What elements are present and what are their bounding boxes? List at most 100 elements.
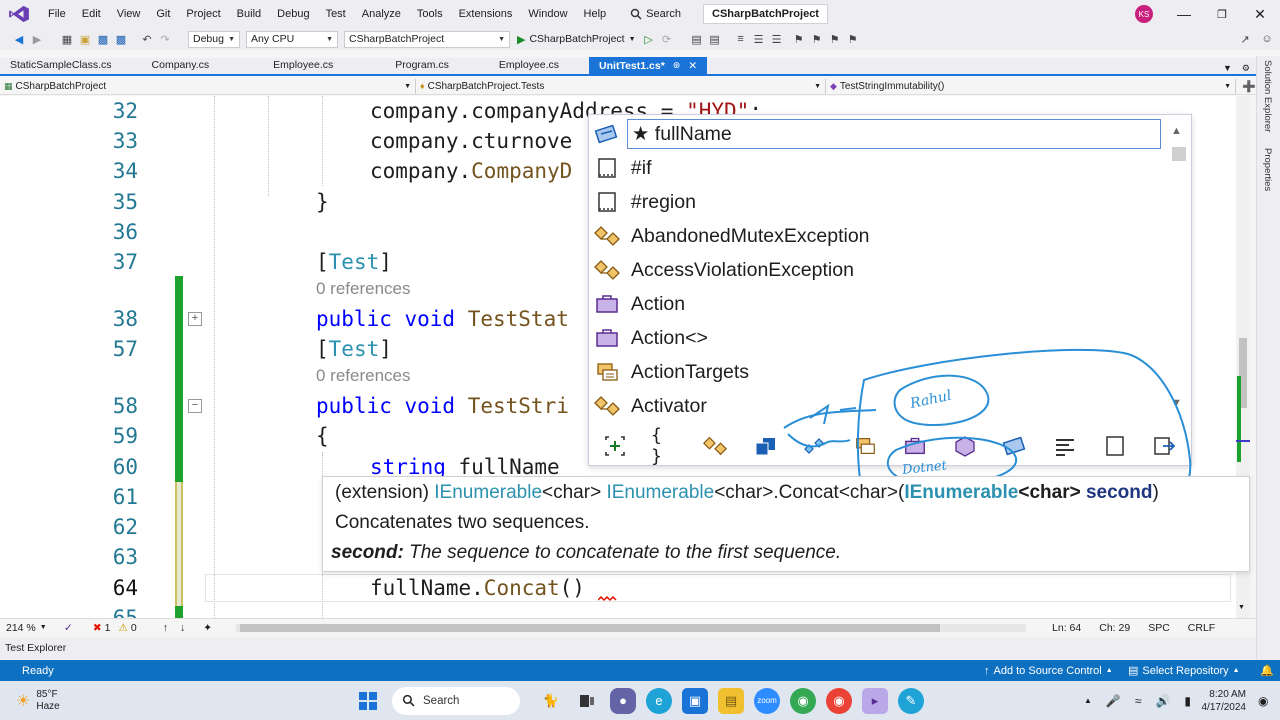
split-editor-icon[interactable]: ➕: [1242, 80, 1256, 93]
class-filter-icon[interactable]: [701, 432, 729, 460]
global-search[interactable]: Search: [622, 8, 689, 20]
tab-employee-2[interactable]: Employee.cs: [489, 57, 569, 74]
volume-icon[interactable]: 🔊: [1155, 694, 1170, 708]
store-icon[interactable]: ▣: [682, 687, 708, 714]
completion-item[interactable]: #region: [589, 185, 1161, 219]
tab-unittest1[interactable]: UnitTest1.cs* ⊛ ✕: [589, 57, 708, 74]
notification-center-icon[interactable]: ◉: [1258, 694, 1268, 708]
start-debugging-button[interactable]: ▶ CSharpBatchProject ▼: [517, 33, 636, 46]
bookmark-button[interactable]: ⚑: [792, 32, 806, 46]
menu-project[interactable]: Project: [178, 0, 228, 28]
taskbar-search[interactable]: Search: [392, 686, 520, 715]
menu-build[interactable]: Build: [229, 0, 269, 28]
expand-region-icon[interactable]: +: [188, 312, 202, 326]
comment-button[interactable]: ☰: [752, 32, 766, 46]
health-icon[interactable]: ✓: [64, 622, 73, 634]
completion-item[interactable]: ★ fullName: [589, 117, 1161, 151]
menu-view[interactable]: View: [109, 0, 149, 28]
chrome-icon[interactable]: ◉: [790, 687, 816, 714]
line-position[interactable]: Ln: 64: [1052, 622, 1081, 634]
open-folder-button[interactable]: ▣: [78, 32, 92, 46]
completion-scrollbar-thumb[interactable]: [1172, 147, 1186, 161]
platform-dropdown[interactable]: Any CPU ▼: [246, 30, 338, 48]
forward-button[interactable]: ▶: [30, 32, 44, 46]
restore-button[interactable]: ❐: [1202, 0, 1242, 28]
startup-project-dropdown[interactable]: CSharpBatchProject ▼: [344, 30, 510, 48]
column-position[interactable]: Ch: 29: [1099, 622, 1130, 634]
menu-file[interactable]: File: [40, 0, 74, 28]
teams-chat-icon[interactable]: ●: [610, 687, 636, 714]
menu-debug[interactable]: Debug: [269, 0, 317, 28]
menu-edit[interactable]: Edit: [74, 0, 109, 28]
completion-item[interactable]: #if: [589, 151, 1161, 185]
tab-employee[interactable]: Employee.cs: [263, 57, 343, 74]
browse-button[interactable]: ▤: [690, 32, 704, 46]
zoom-dropdown[interactable]: 214 % ▼: [0, 622, 64, 634]
back-button[interactable]: ◀: [12, 32, 26, 46]
tab-company[interactable]: Company.cs: [142, 57, 220, 74]
scroll-up-icon[interactable]: ▲: [1171, 125, 1182, 137]
clock[interactable]: 8:20 AM 4/17/2024: [1194, 688, 1247, 714]
error-count[interactable]: 1: [105, 622, 111, 634]
error-icon[interactable]: ✖: [93, 622, 102, 634]
tab-program[interactable]: Program.cs: [385, 57, 459, 74]
collapse-region-icon[interactable]: −: [188, 399, 202, 413]
bookmark-prev-button[interactable]: ⚑: [810, 32, 824, 46]
menu-window[interactable]: Window: [520, 0, 575, 28]
hot-reload-button[interactable]: ⟳: [660, 32, 674, 46]
minimize-button[interactable]: —: [1164, 0, 1204, 28]
redo-button[interactable]: ↷: [158, 32, 172, 46]
bookmark-clear-button[interactable]: ⚑: [846, 32, 860, 46]
class-dropdown[interactable]: ♦ CSharpBatchProject.Tests ▼: [416, 78, 826, 94]
select-repository-button[interactable]: ▤ Select Repository ▲: [1128, 664, 1240, 678]
next-issue-icon[interactable]: ↓: [180, 622, 185, 634]
menu-tools[interactable]: Tools: [409, 0, 451, 28]
tab-list-icon[interactable]: ▼: [1223, 63, 1232, 74]
previous-issue-icon[interactable]: ↑: [163, 622, 168, 634]
wifi-icon[interactable]: ≈: [1135, 694, 1142, 708]
widget-mascot-icon[interactable]: 🐈: [538, 688, 564, 714]
close-button[interactable]: ✕: [1240, 0, 1280, 28]
horizontal-scrollbar-thumb[interactable]: [240, 623, 941, 632]
add-to-source-control-button[interactable]: ↑ Add to Source Control ▲: [984, 665, 1113, 677]
start-without-debugging-button[interactable]: ▷: [642, 32, 656, 46]
windows-start-icon[interactable]: [355, 688, 381, 714]
feedback-button[interactable]: ☺: [1260, 32, 1274, 46]
codelens-references[interactable]: 0 references: [316, 366, 411, 386]
file-explorer-icon[interactable]: ▤: [718, 687, 744, 714]
braces-filter-icon[interactable]: { }: [651, 425, 679, 467]
edge-icon[interactable]: e: [646, 687, 672, 714]
bookmark-next-button[interactable]: ⚑: [828, 32, 842, 46]
layout-button[interactable]: ▤: [708, 32, 722, 46]
completion-item[interactable]: AccessViolationException: [589, 253, 1161, 287]
line-endings[interactable]: CRLF: [1188, 622, 1215, 634]
completion-item[interactable]: Action: [589, 287, 1161, 321]
struct-filter-icon[interactable]: [751, 432, 779, 460]
menu-test[interactable]: Test: [318, 0, 354, 28]
menu-git[interactable]: Git: [148, 0, 178, 28]
member-dropdown[interactable]: ◆ TestStringImmutability() ▼: [826, 78, 1236, 94]
chrome-profile-icon[interactable]: ◉: [826, 687, 852, 714]
new-project-button[interactable]: ▦: [60, 32, 74, 46]
save-all-button[interactable]: ▩: [114, 32, 128, 46]
codelens-references[interactable]: 0 references: [316, 279, 411, 299]
close-tab-icon[interactable]: ✕: [688, 60, 697, 72]
avatar[interactable]: KS: [1135, 5, 1153, 23]
project-dropdown[interactable]: ▦ CSharpBatchProject ▼: [0, 78, 416, 94]
tab-test-explorer[interactable]: Test Explorer: [5, 642, 66, 654]
zoom-icon[interactable]: zoom: [754, 687, 780, 714]
task-view-icon[interactable]: [574, 688, 600, 714]
menu-analyze[interactable]: Analyze: [354, 0, 409, 28]
tab-staticsampleclass[interactable]: StaticSampleClass.cs: [0, 57, 122, 74]
visual-studio-taskbar-icon[interactable]: ▸: [862, 687, 888, 714]
warning-icon[interactable]: ⚠: [118, 622, 127, 634]
pin-icon[interactable]: ⊛: [673, 60, 681, 71]
annotation-tool-icon[interactable]: ✎: [898, 687, 924, 714]
horizontal-scrollbar[interactable]: [236, 623, 1027, 632]
weather-widget[interactable]: ☀ 85°F Haze: [16, 689, 60, 713]
live-share-button[interactable]: ↗: [1238, 32, 1252, 46]
undo-button[interactable]: ↶: [140, 32, 154, 46]
format-button[interactable]: ≡: [734, 32, 748, 46]
solution-explorer-tab[interactable]: Solution Explorer: [1262, 60, 1273, 132]
settings-icon[interactable]: ⚙: [1242, 63, 1250, 74]
